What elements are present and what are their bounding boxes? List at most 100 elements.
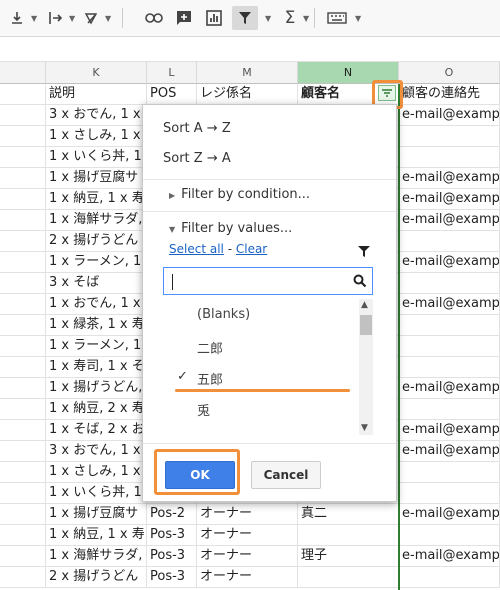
table-cell-k[interactable]: 2 x 揚げうどん <box>46 567 147 588</box>
scroll-down-icon[interactable]: ▼ <box>361 423 368 433</box>
table-cell-o[interactable]: e-mail@example <box>399 294 500 315</box>
table-cell-o[interactable] <box>399 483 500 504</box>
table-cell-n[interactable]: 真二 <box>298 504 399 525</box>
row-number-cell[interactable] <box>0 294 46 315</box>
table-cell-o[interactable]: e-mail@example <box>399 546 500 567</box>
table-cell-l[interactable]: Pos-3 <box>147 567 197 588</box>
sort-z-a-item[interactable]: Sort Z → A <box>163 151 231 166</box>
table-cell-k[interactable]: 1 x 揚げ豆腐サ <box>46 504 147 525</box>
header-cell-customer-contact[interactable]: 顧客の連絡先 <box>399 84 500 105</box>
table-cell-l[interactable]: Pos-2 <box>147 504 197 525</box>
chevron-down-icon[interactable]: ▼ <box>31 14 37 23</box>
table-cell-o[interactable] <box>399 147 500 168</box>
insert-comment-button[interactable] <box>172 6 196 30</box>
table-cell-k[interactable]: 1 x 揚げうどん, <box>46 378 147 399</box>
table-cell-k[interactable]: 3 x そば <box>46 273 147 294</box>
table-cell-k[interactable]: 3 x おでん, 1 x <box>46 105 147 126</box>
table-cell-k[interactable]: 1 x 海鮮サラダ, <box>46 546 147 567</box>
row-number-cell[interactable] <box>0 315 46 336</box>
table-cell-o[interactable] <box>399 315 500 336</box>
table-cell-m[interactable]: オーナー <box>197 567 298 588</box>
value-item-blanks[interactable]: (Blanks) <box>197 307 250 322</box>
vertical-align-icon[interactable] <box>6 6 28 30</box>
table-cell-o[interactable] <box>399 462 500 483</box>
insert-chart-button[interactable] <box>202 6 226 30</box>
row-number-cell[interactable] <box>0 483 46 504</box>
table-cell-o[interactable]: e-mail@example <box>399 378 500 399</box>
value-item-goro[interactable]: 五郎 <box>197 369 223 388</box>
table-cell-k[interactable]: 1 x 寿司, 1 x そ <box>46 357 147 378</box>
chevron-down-icon[interactable]: ▼ <box>355 14 361 23</box>
scroll-up-icon[interactable]: ▲ <box>361 300 368 310</box>
table-cell-l[interactable]: Pos-3 <box>147 546 197 567</box>
column-header-l[interactable]: L <box>147 62 197 84</box>
table-cell-k[interactable]: 1 x いくら丼, 1 <box>46 483 147 504</box>
table-cell-o[interactable]: e-mail@example <box>399 504 500 525</box>
row-number-cell[interactable] <box>0 399 46 420</box>
row-number-cell[interactable] <box>0 546 46 567</box>
filter-funnel-icon[interactable] <box>357 243 371 262</box>
text-rotation-button[interactable] <box>80 6 102 30</box>
table-cell-o[interactable]: e-mail@example <box>399 420 500 441</box>
table-cell-o[interactable] <box>399 567 500 588</box>
select-all-link[interactable]: Select all <box>169 242 224 256</box>
insert-link-button[interactable] <box>142 6 166 30</box>
column-header-m[interactable]: M <box>197 62 298 84</box>
row-number-cell[interactable] <box>0 105 46 126</box>
table-cell-m[interactable]: オーナー <box>197 546 298 567</box>
text-wrap-button[interactable] <box>44 6 66 30</box>
row-number-cell[interactable] <box>0 273 46 294</box>
table-cell-k[interactable]: 1 x 納豆, 1 x 寿 <box>46 189 147 210</box>
table-cell-n[interactable] <box>298 525 399 546</box>
table-cell-m[interactable]: オーナー <box>197 525 298 546</box>
row-number-cell[interactable] <box>0 525 46 546</box>
row-number-cell[interactable] <box>0 336 46 357</box>
value-search-input[interactable] <box>163 267 373 295</box>
table-cell-n[interactable] <box>298 567 399 588</box>
chevron-down-icon[interactable]: ▼ <box>69 14 75 23</box>
header-cell-pos[interactable]: POS <box>147 84 197 105</box>
table-cell-o[interactable]: e-mail@example <box>399 252 500 273</box>
table-cell-k[interactable]: 1 x ラーメン, 1 <box>46 252 147 273</box>
column-header-k[interactable]: K <box>46 62 147 84</box>
table-cell-o[interactable] <box>399 357 500 378</box>
table-cell-o[interactable]: e-mail@example <box>399 210 500 231</box>
functions-button[interactable]: Σ <box>280 6 300 30</box>
table-cell-k[interactable]: 1 x 揚げ豆腐サ <box>46 168 147 189</box>
row-number-cell[interactable] <box>0 210 46 231</box>
row-number-cell[interactable] <box>0 147 46 168</box>
cancel-button[interactable]: Cancel <box>251 461 321 489</box>
row-number-cell[interactable] <box>0 168 46 189</box>
chevron-down-icon[interactable]: ▼ <box>265 14 271 23</box>
row-number-cell[interactable] <box>0 357 46 378</box>
table-cell-k[interactable]: 1 x 納豆, 2 x 寿 <box>46 399 147 420</box>
row-number-cell[interactable] <box>0 462 46 483</box>
table-cell-k[interactable]: 1 x さしみ, 1 x <box>46 126 147 147</box>
table-cell-o[interactable]: e-mail@example <box>399 105 500 126</box>
table-cell-o[interactable] <box>399 525 500 546</box>
row-number-cell[interactable] <box>0 567 46 588</box>
header-cell-description[interactable]: 説明 <box>46 84 147 105</box>
clear-link[interactable]: Clear <box>236 242 267 256</box>
filter-values-list[interactable]: (Blanks) 二郎 ✓ 五郎 兎 <box>163 299 375 435</box>
row-number-cell[interactable] <box>0 420 46 441</box>
table-cell-k[interactable]: 1 x さしみ, 1 x <box>46 462 147 483</box>
table-cell-o[interactable]: e-mail@example <box>399 189 500 210</box>
table-cell-o[interactable]: e-mail@example <box>399 441 500 462</box>
table-cell-k[interactable]: 1 x いくら丼, 1 <box>46 147 147 168</box>
filter-by-condition-item[interactable]: ▶ Filter by condition... <box>169 187 310 202</box>
table-cell-o[interactable] <box>399 273 500 294</box>
row-number-cell[interactable] <box>0 84 46 105</box>
table-cell-o[interactable] <box>399 126 500 147</box>
table-cell-n[interactable]: 理子 <box>298 546 399 567</box>
row-number-cell[interactable] <box>0 126 46 147</box>
value-item-jiro[interactable]: 二郎 <box>197 338 223 357</box>
row-number-cell[interactable] <box>0 504 46 525</box>
table-cell-o[interactable]: e-mail@example <box>399 168 500 189</box>
header-cell-cashier[interactable]: レジ係名 <box>197 84 298 105</box>
table-cell-k[interactable]: 1 x おでん, 1 x <box>46 294 147 315</box>
table-cell-o[interactable] <box>399 231 500 252</box>
table-cell-k[interactable]: 1 x 緑茶, 1 x 寿 <box>46 315 147 336</box>
table-cell-k[interactable]: 1 x そば, 2 x お <box>46 420 147 441</box>
table-cell-m[interactable]: オーナー <box>197 504 298 525</box>
